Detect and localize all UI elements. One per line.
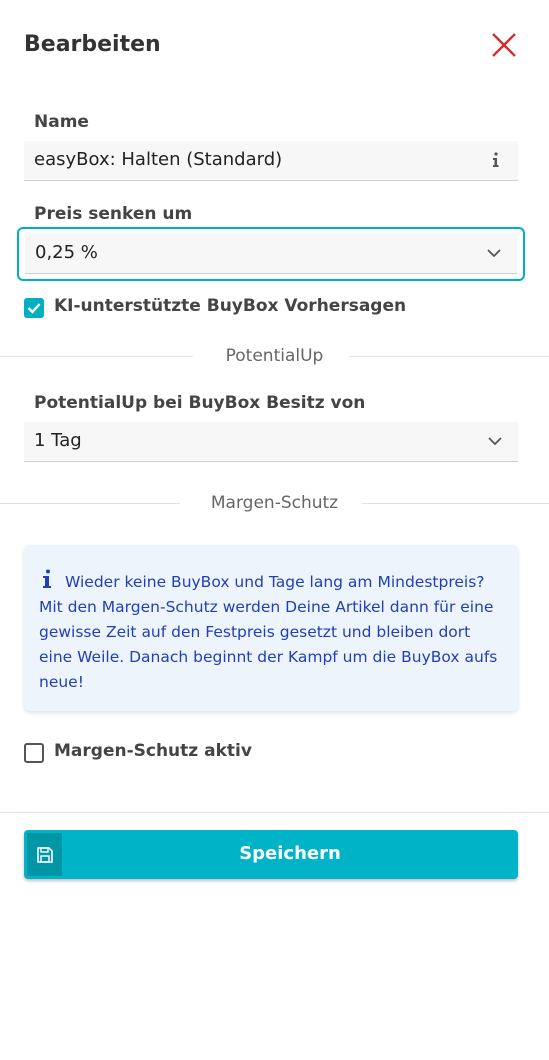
ki-prediction-checkbox[interactable] — [24, 298, 44, 318]
close-button[interactable] — [489, 30, 519, 60]
save-button[interactable]: Speichern — [24, 830, 518, 879]
price-label: Preis senken um — [34, 204, 193, 224]
potentialup-divider: PotentialUp — [0, 346, 549, 366]
info-icon — [493, 152, 499, 167]
footer-divider — [0, 812, 549, 813]
name-input-value: easyBox: Halten (Standard) — [34, 149, 283, 170]
margin-protection-info-box: Wieder keine BuyBox und Tage lang am Min… — [24, 545, 518, 711]
save-icon-box — [27, 833, 62, 876]
ki-prediction-label: KI-unterstützte BuyBox Vorhersagen — [54, 296, 407, 316]
close-icon — [492, 33, 516, 57]
price-select[interactable]: 0,25 % — [25, 234, 517, 274]
save-button-label: Speichern — [239, 843, 341, 864]
chevron-down-icon — [488, 437, 502, 446]
dialog-title: Bearbeiten — [24, 32, 161, 57]
info-text-container: Wieder keine BuyBox und Tage lang am Min… — [39, 569, 504, 695]
margin-protection-divider: Margen-Schutz — [0, 493, 549, 513]
dialog-header: Bearbeiten — [24, 28, 525, 68]
price-select-focus-ring: 0,25 % — [17, 227, 525, 281]
info-icon — [43, 569, 51, 588]
price-select-value: 0,25 % — [35, 242, 98, 263]
name-label: Name — [34, 112, 89, 132]
margin-protection-checkbox[interactable] — [24, 743, 44, 763]
margin-protection-label: Margen-Schutz aktiv — [54, 741, 252, 761]
floppy-disk-icon — [37, 847, 53, 863]
edit-dialog: Bearbeiten Name easyBox: Halten (Standar… — [0, 0, 549, 1060]
check-icon — [27, 303, 41, 314]
margin-protection-info-text: Wieder keine BuyBox und Tage lang am Min… — [39, 573, 498, 691]
chevron-down-icon — [487, 249, 501, 258]
potentialup-select[interactable]: 1 Tag — [24, 422, 518, 462]
potentialup-select-value: 1 Tag — [34, 430, 82, 451]
name-input[interactable]: easyBox: Halten (Standard) — [24, 141, 518, 181]
potentialup-label: PotentialUp bei BuyBox Besitz von — [34, 393, 366, 413]
